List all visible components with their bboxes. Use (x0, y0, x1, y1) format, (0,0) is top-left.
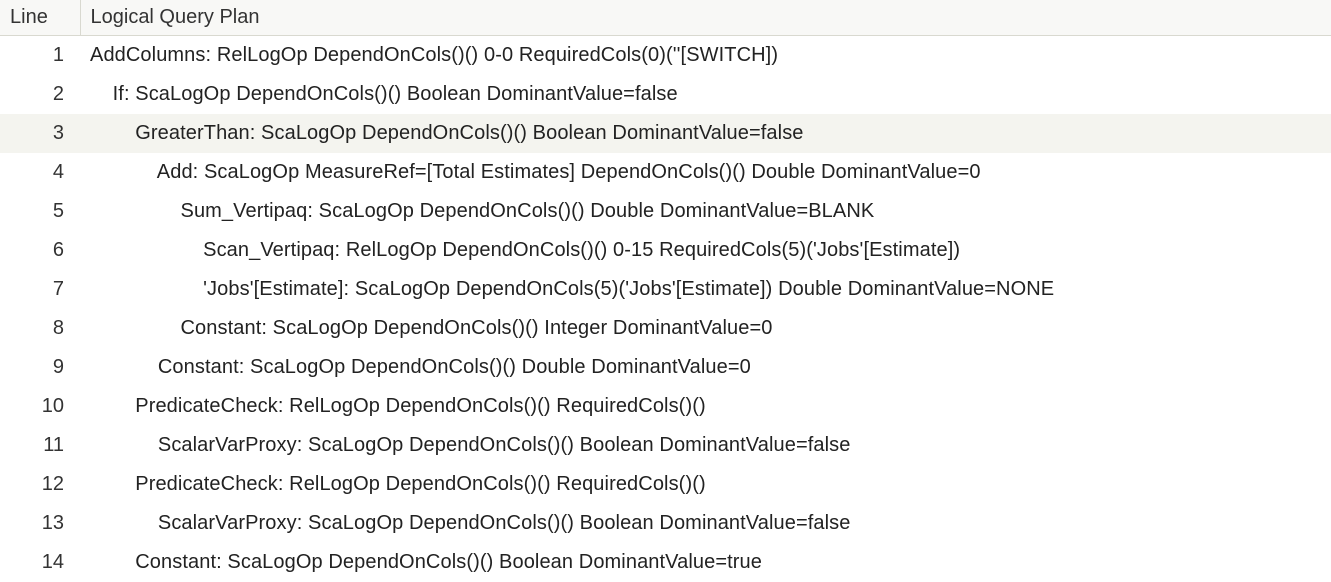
table-row[interactable]: 1AddColumns: RelLogOp DependOnCols()() 0… (0, 36, 1331, 76)
table-row[interactable]: 10 PredicateCheck: RelLogOp DependOnCols… (0, 387, 1331, 426)
line-number: 3 (0, 114, 80, 153)
plan-text: Scan_Vertipaq: RelLogOp DependOnCols()()… (80, 231, 1331, 270)
plan-text: Constant: ScaLogOp DependOnCols()() Doub… (80, 348, 1331, 387)
line-number: 12 (0, 465, 80, 504)
line-number: 6 (0, 231, 80, 270)
line-number: 8 (0, 309, 80, 348)
plan-text: Constant: ScaLogOp DependOnCols()() Bool… (80, 543, 1331, 582)
table-row[interactable]: 8 Constant: ScaLogOp DependOnCols()() In… (0, 309, 1331, 348)
plan-text: GreaterThan: ScaLogOp DependOnCols()() B… (80, 114, 1331, 153)
line-number: 14 (0, 543, 80, 582)
plan-text: ScalarVarProxy: ScaLogOp DependOnCols()(… (80, 504, 1331, 543)
line-number: 7 (0, 270, 80, 309)
table-row[interactable]: 6 Scan_Vertipaq: RelLogOp DependOnCols()… (0, 231, 1331, 270)
table-row[interactable]: 11 ScalarVarProxy: ScaLogOp DependOnCols… (0, 426, 1331, 465)
line-number: 2 (0, 75, 80, 114)
plan-text: Sum_Vertipaq: ScaLogOp DependOnCols()() … (80, 192, 1331, 231)
line-number: 11 (0, 426, 80, 465)
line-number: 9 (0, 348, 80, 387)
table-row[interactable]: 2 If: ScaLogOp DependOnCols()() Boolean … (0, 75, 1331, 114)
table-body: 1AddColumns: RelLogOp DependOnCols()() 0… (0, 36, 1331, 582)
plan-text: Constant: ScaLogOp DependOnCols()() Inte… (80, 309, 1331, 348)
table-row[interactable]: 7 'Jobs'[Estimate]: ScaLogOp DependOnCol… (0, 270, 1331, 309)
plan-text: 'Jobs'[Estimate]: ScaLogOp DependOnCols(… (80, 270, 1331, 309)
line-number: 4 (0, 153, 80, 192)
table-header-row: Line Logical Query Plan (0, 0, 1331, 36)
plan-text: If: ScaLogOp DependOnCols()() Boolean Do… (80, 75, 1331, 114)
line-number: 5 (0, 192, 80, 231)
plan-text: Add: ScaLogOp MeasureRef=[Total Estimate… (80, 153, 1331, 192)
plan-text: ScalarVarProxy: ScaLogOp DependOnCols()(… (80, 426, 1331, 465)
column-header-plan[interactable]: Logical Query Plan (80, 0, 1331, 36)
column-header-line[interactable]: Line (0, 0, 80, 36)
table-row[interactable]: 5 Sum_Vertipaq: ScaLogOp DependOnCols()(… (0, 192, 1331, 231)
query-plan-table: Line Logical Query Plan 1AddColumns: Rel… (0, 0, 1331, 582)
table-row[interactable]: 9 Constant: ScaLogOp DependOnCols()() Do… (0, 348, 1331, 387)
table-row[interactable]: 14 Constant: ScaLogOp DependOnCols()() B… (0, 543, 1331, 582)
plan-text: PredicateCheck: RelLogOp DependOnCols()(… (80, 465, 1331, 504)
line-number: 1 (0, 36, 80, 76)
table-row[interactable]: 12 PredicateCheck: RelLogOp DependOnCols… (0, 465, 1331, 504)
table-row[interactable]: 3 GreaterThan: ScaLogOp DependOnCols()()… (0, 114, 1331, 153)
plan-text: PredicateCheck: RelLogOp DependOnCols()(… (80, 387, 1331, 426)
line-number: 10 (0, 387, 80, 426)
plan-text: AddColumns: RelLogOp DependOnCols()() 0-… (80, 36, 1331, 76)
table-row[interactable]: 4 Add: ScaLogOp MeasureRef=[Total Estima… (0, 153, 1331, 192)
line-number: 13 (0, 504, 80, 543)
table-row[interactable]: 13 ScalarVarProxy: ScaLogOp DependOnCols… (0, 504, 1331, 543)
